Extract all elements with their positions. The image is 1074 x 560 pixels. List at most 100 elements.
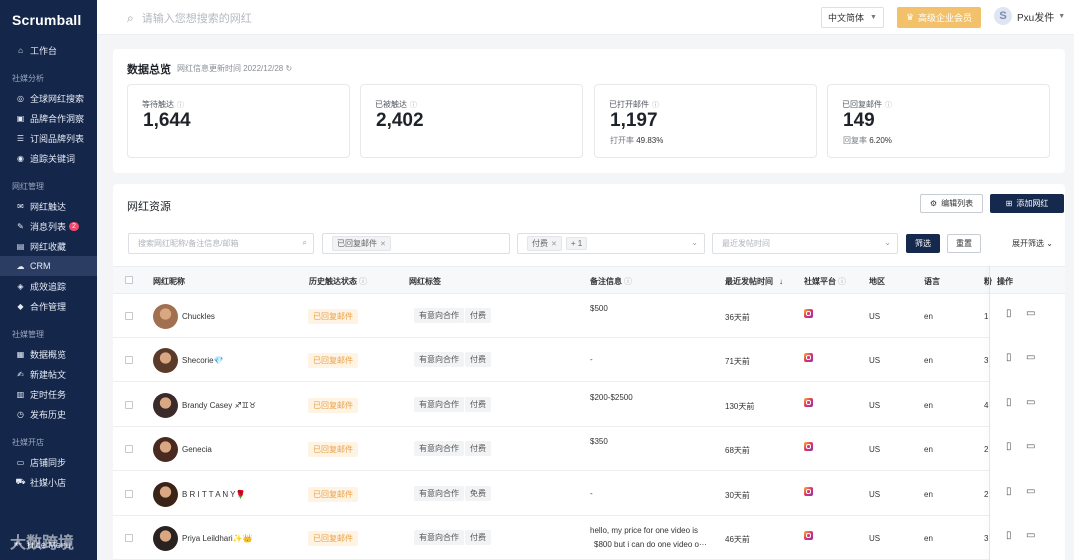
instagram-icon[interactable] bbox=[804, 353, 813, 363]
instagram-icon[interactable] bbox=[804, 397, 813, 407]
sidebar-item[interactable]: ☁ CRM bbox=[0, 256, 97, 276]
status-filter-select[interactable]: 已回复邮件 ✕ bbox=[322, 233, 510, 254]
document-icon[interactable]: ▯ bbox=[1006, 486, 1012, 497]
sidebar-item[interactable]: ⌂ 工作台 bbox=[0, 40, 97, 60]
avatar[interactable] bbox=[153, 526, 178, 551]
document-icon[interactable]: ▯ bbox=[1006, 441, 1012, 452]
hide-menu-button[interactable]: ⇤ Hide Menu bbox=[14, 539, 71, 550]
reset-button[interactable]: 重置 bbox=[947, 234, 981, 253]
sidebar-item[interactable]: ✉ 网红触达 bbox=[0, 196, 97, 216]
stat-rate-value: 6.20% bbox=[869, 136, 892, 145]
region-value: US bbox=[869, 489, 881, 499]
sidebar-item[interactable]: ▭ 店铺同步 bbox=[0, 452, 97, 472]
sidebar-item[interactable]: ▦ 数据概览 bbox=[0, 344, 97, 364]
chat-icon[interactable]: ▭ bbox=[1026, 486, 1035, 497]
sidebar-item[interactable]: ◷ 发布历史 bbox=[0, 404, 97, 424]
collapse-icon: ⇤ bbox=[14, 539, 23, 550]
instagram-icon[interactable] bbox=[804, 442, 813, 452]
sidebar-item[interactable]: ◆ 合作管理 bbox=[0, 296, 97, 316]
sidebar-item[interactable]: ✎ 消息列表 2 bbox=[0, 216, 97, 236]
chat-icon[interactable]: ▭ bbox=[1026, 352, 1035, 363]
influencer-tag: 付费 bbox=[465, 441, 491, 457]
instagram-icon[interactable] bbox=[804, 486, 813, 496]
table-row[interactable]: B R I T T A N Y🌹 已回复邮件 有意向合作 免费 -30天前 US en 2. ▯… bbox=[113, 471, 1065, 516]
sidebar-item[interactable]: ☰ 订阅品牌列表 bbox=[0, 128, 97, 148]
sidebar-item[interactable]: ▣ 品牌合作洞察 bbox=[0, 108, 97, 128]
sidebar-item[interactable]: ◉ 追踪关键词 bbox=[0, 148, 97, 168]
vip-button[interactable]: ♛ 高级企业会员 bbox=[897, 7, 981, 28]
close-icon[interactable]: ✕ bbox=[551, 240, 557, 248]
chat-icon[interactable]: ▭ bbox=[1026, 441, 1035, 452]
influencer-name[interactable]: Genecia bbox=[182, 445, 212, 454]
stat-label-text: 已回复邮件 bbox=[842, 100, 882, 109]
row-checkbox[interactable] bbox=[125, 356, 133, 365]
chat-icon[interactable]: ▭ bbox=[1026, 308, 1035, 319]
chat-icon[interactable]: ▭ bbox=[1026, 397, 1035, 408]
filter-button[interactable]: 筛选 bbox=[906, 234, 940, 253]
influencer-name[interactable]: Brandy Casey ♐♊♉ bbox=[182, 401, 256, 410]
user-menu[interactable]: S Pxu发件 ▼ bbox=[994, 7, 1065, 25]
instagram-icon[interactable] bbox=[804, 309, 813, 318]
avatar[interactable] bbox=[153, 348, 178, 374]
influencer-name[interactable]: B R I T T A N Y🌹 bbox=[182, 490, 245, 499]
select-all-checkbox[interactable] bbox=[125, 276, 133, 284]
chevron-down-icon: ⌄ bbox=[691, 238, 698, 247]
table-row[interactable]: Chuckles 已回复邮件 有意向合作 付费 $500 36天前 US en 1. ▯ ▭ bbox=[113, 294, 1065, 338]
row-checkbox[interactable] bbox=[125, 400, 133, 409]
document-icon[interactable]: ▯ bbox=[1006, 397, 1012, 408]
overview-update-time: 网红信息更新时间 2022/12/28 ↻ bbox=[177, 63, 292, 74]
avatar[interactable] bbox=[153, 437, 178, 463]
status-filter-chip[interactable]: 已回复邮件 ✕ bbox=[332, 236, 391, 251]
influencer-tag: 付费 bbox=[465, 396, 491, 412]
chat-icon[interactable]: ▭ bbox=[1026, 530, 1035, 541]
global-search[interactable]: ⌕ 请输入您想搜索的网红 bbox=[127, 10, 252, 26]
expand-filters-label: 展开筛选 bbox=[1012, 239, 1044, 248]
col-last-post[interactable]: 最近发帖时间 ↓ bbox=[725, 276, 783, 287]
influencer-search-input[interactable]: 搜索网红昵称/备注信息/邮箱 ⌕ bbox=[128, 233, 314, 254]
influencer-name[interactable]: Chuckles bbox=[182, 312, 215, 321]
stat-card: 已被触达 ⓘ 2,402 bbox=[360, 84, 583, 158]
sidebar-item[interactable]: ▥ 定时任务 bbox=[0, 384, 97, 404]
avatar[interactable] bbox=[153, 304, 178, 329]
row-checkbox[interactable] bbox=[125, 489, 133, 498]
table-row[interactable]: Brandy Casey ♐♊♉ 已回复邮件 有意向合作 付费 $200-$2500 13… bbox=[113, 382, 1065, 427]
add-influencer-button[interactable]: ⊞ 添加网红 bbox=[990, 194, 1064, 213]
influencer-name[interactable]: Priya Leildhari✨👑 bbox=[182, 534, 253, 543]
document-icon[interactable]: ▯ bbox=[1006, 352, 1012, 363]
table-row[interactable]: Genecia 已回复邮件 有意向合作 付费 $350 68天前 US en 2. ▯ ▭ bbox=[113, 427, 1065, 472]
instagram-icon[interactable] bbox=[804, 531, 813, 540]
table-row[interactable]: Shecorie💎 已回复邮件 有意向合作 付费 -71天前 US en 3. ▯ ▭ bbox=[113, 338, 1065, 383]
influencer-name[interactable]: Shecorie💎 bbox=[182, 356, 224, 365]
pay-filter-chip[interactable]: 付费 ✕ bbox=[527, 236, 562, 251]
document-icon[interactable]: ▯ bbox=[1006, 530, 1012, 541]
avatar[interactable] bbox=[153, 481, 178, 507]
row-checkbox[interactable] bbox=[125, 534, 133, 542]
sidebar-group-label: 社媒分析 bbox=[12, 74, 44, 83]
refresh-icon[interactable]: ↻ bbox=[286, 64, 293, 73]
row-checkbox[interactable] bbox=[125, 445, 133, 454]
sidebar-item[interactable]: ✍ 新建帖文 bbox=[0, 364, 97, 384]
stat-label: 已被触达 ⓘ bbox=[375, 99, 417, 110]
sidebar-item[interactable]: ◈ 成效追踪 bbox=[0, 276, 97, 296]
note-text: $200-$2500 bbox=[590, 392, 633, 402]
recent-post-filter[interactable]: 最近发帖时间 ⌄ bbox=[712, 233, 898, 254]
sidebar-item[interactable]: ▤ 网红收藏 bbox=[0, 236, 97, 256]
sidebar-item[interactable]: ◎ 全球网红搜索 bbox=[0, 88, 97, 108]
col-nickname: 网红昵称 bbox=[153, 277, 185, 286]
expand-filters-button[interactable]: 展开筛选 ⌄ bbox=[1012, 238, 1053, 249]
sidebar-item[interactable]: ⛟ 社媒小店 bbox=[0, 472, 97, 492]
sort-arrow-icon[interactable]: ↓ bbox=[779, 277, 783, 286]
language-select[interactable]: 中文简体 ▼ bbox=[821, 7, 884, 28]
document-icon[interactable]: ▯ bbox=[1006, 308, 1012, 319]
sidebar-group-label: 网红管理 bbox=[12, 182, 44, 191]
close-icon[interactable]: ✕ bbox=[380, 240, 386, 248]
table-row[interactable]: Priya Leildhari✨👑 已回复邮件 有意向合作 付费 hello, my p… bbox=[113, 516, 1065, 560]
global-search-input[interactable]: 请输入您想搜索的网红 bbox=[142, 10, 252, 26]
tag-filter-select[interactable]: 付费 ✕ + 1 ⌄ bbox=[517, 233, 705, 254]
language-value: en bbox=[924, 312, 933, 321]
edit-list-button[interactable]: ⚙ 编辑列表 bbox=[920, 194, 983, 213]
recent-post-placeholder: 最近发帖时间 bbox=[722, 239, 770, 248]
row-checkbox[interactable] bbox=[125, 312, 133, 320]
avatar[interactable] bbox=[153, 392, 178, 418]
app-logo[interactable]: Scrumball bbox=[12, 12, 82, 28]
